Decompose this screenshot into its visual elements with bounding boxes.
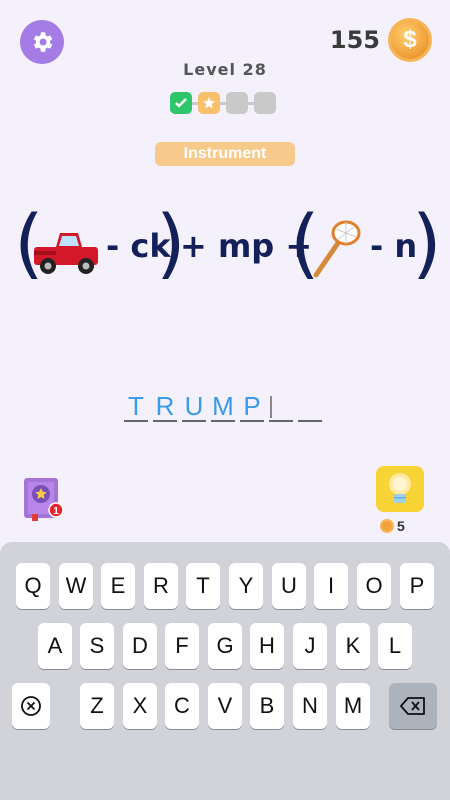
text-cursor [270,396,272,418]
key-x[interactable]: X [123,683,157,729]
answer-letter: M [211,391,235,422]
key-r[interactable]: R [144,563,178,609]
backspace-icon [400,697,425,715]
progress-step [254,92,276,114]
answer-letter: T [124,392,148,422]
key-w[interactable]: W [59,563,93,609]
answer-letter: R [153,392,177,422]
level-title: Level 28 [183,60,267,79]
hint-button[interactable] [376,466,424,512]
key-q[interactable]: Q [16,563,50,609]
clear-button[interactable] [12,683,50,729]
gear-icon [33,32,53,52]
key-u[interactable]: U [272,563,306,609]
key-m[interactable]: M [336,683,370,729]
key-h[interactable]: H [250,623,284,669]
category-label: Instrument [155,142,295,166]
star-icon [203,97,215,109]
backspace-button[interactable] [389,683,437,729]
clear-icon [21,696,41,716]
coin-balance: 155 $ [330,18,432,62]
key-g[interactable]: G [208,623,242,669]
coin-icon [380,519,394,533]
key-e[interactable]: E [101,563,135,609]
key-b[interactable]: B [250,683,284,729]
key-z[interactable]: Z [80,683,114,729]
answer-letter [269,392,293,422]
answer-letter: U [182,392,206,422]
answer-field[interactable]: T R U M P [124,392,334,426]
key-s[interactable]: S [80,623,114,669]
emoji-equation: ( - ck ) + mp + ( - n ) [0,205,450,295]
settings-button[interactable] [20,20,64,64]
coin-icon: $ [388,18,432,62]
level-progress [170,92,276,114]
collection-button[interactable]: 1 [22,476,64,521]
key-l[interactable]: L [378,623,412,669]
key-p[interactable]: P [400,563,434,609]
key-k[interactable]: K [336,623,370,669]
progress-step-done [170,92,192,114]
key-o[interactable]: O [357,563,391,609]
truck-icon [34,233,98,274]
progress-step-current [198,92,220,114]
hint-cost: 5 [380,518,405,534]
key-c[interactable]: C [165,683,199,729]
home-bar [0,752,450,800]
right-paren: ) [412,198,442,287]
progress-step [226,92,248,114]
key-i[interactable]: I [314,563,348,609]
check-icon [175,98,187,108]
key-y[interactable]: Y [229,563,263,609]
key-v[interactable]: V [208,683,242,729]
coin-count: 155 [329,26,380,54]
net-icon [313,220,361,278]
key-n[interactable]: N [293,683,327,729]
notification-badge: 1 [48,502,64,518]
key-d[interactable]: D [123,623,157,669]
badge-count: 1 [53,506,59,517]
operator-minus-n: - n [370,227,418,265]
answer-letter [298,392,322,422]
key-a[interactable]: A [38,623,72,669]
answer-letter: P [240,392,264,422]
lightbulb-icon [389,473,411,503]
key-t[interactable]: T [186,563,220,609]
hint-cost-value: 5 [397,518,405,534]
key-j[interactable]: J [293,623,327,669]
key-f[interactable]: F [165,623,199,669]
